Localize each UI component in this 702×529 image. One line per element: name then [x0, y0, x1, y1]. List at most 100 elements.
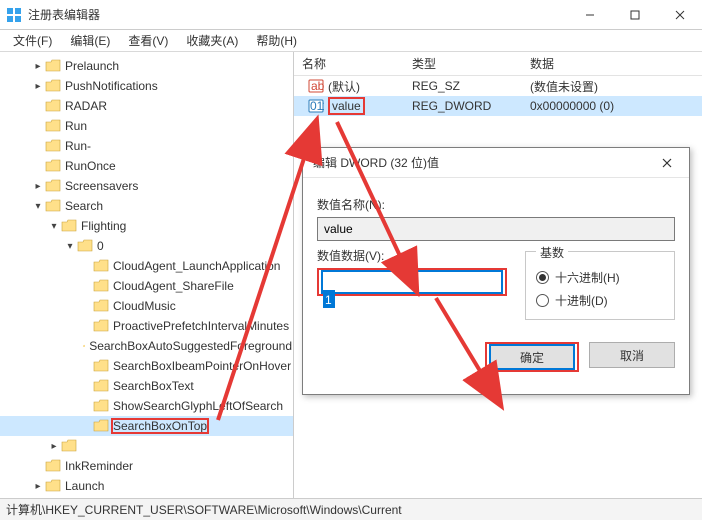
value-data-input[interactable]: [321, 270, 503, 294]
tree-item[interactable]: CloudAgent_LaunchApplication: [0, 256, 293, 276]
menu-view[interactable]: 查看(V): [119, 30, 177, 51]
cancel-button[interactable]: 取消: [589, 342, 675, 368]
chevron-right-icon[interactable]: ▸: [32, 61, 44, 72]
radio-hex-row[interactable]: 十六进制(H): [536, 269, 664, 286]
tree-item-label: SearchBoxAutoSuggestedForeground: [88, 339, 293, 353]
tree-item[interactable]: ProactivePrefetchIntervalMinutes: [0, 316, 293, 336]
chevron-right-icon[interactable]: ▸: [32, 81, 44, 92]
tree-item-label: RADAR: [64, 99, 108, 113]
chevron-right-icon[interactable]: ▸: [48, 441, 60, 452]
tree-item-label: Run: [64, 119, 88, 133]
tree-item[interactable]: InkReminder: [0, 456, 293, 476]
col-header-data[interactable]: 数据: [522, 55, 702, 72]
value-type: REG_SZ: [404, 79, 522, 93]
tree-item[interactable]: ▸ Launch: [0, 476, 293, 496]
chevron-down-icon[interactable]: ▾: [32, 201, 44, 212]
tree-item[interactable]: CloudMusic: [0, 296, 293, 316]
tree-item[interactable]: ▾ Search: [0, 196, 293, 216]
list-row[interactable]: 011valueREG_DWORD0x00000000 (0): [294, 96, 702, 116]
col-header-type[interactable]: 类型: [404, 55, 522, 72]
tree-item-label: Launch: [64, 479, 105, 493]
minimize-button[interactable]: [567, 0, 612, 30]
tree-item[interactable]: Run-: [0, 136, 293, 156]
tree-item[interactable]: ShowSearchGlyphLeftOfSearch: [0, 396, 293, 416]
folder-icon: [93, 299, 109, 313]
tree-item-label: PushNotifications: [64, 79, 159, 93]
tree-item[interactable]: SearchBoxOnTop: [0, 416, 293, 436]
folder-icon: [93, 259, 109, 273]
folder-icon: [45, 99, 61, 113]
maximize-button[interactable]: [612, 0, 657, 30]
folder-icon: [45, 139, 61, 153]
list-row[interactable]: ab(默认)REG_SZ(数值未设置): [294, 76, 702, 96]
highlight-value-data: [317, 268, 507, 296]
app-icon: [6, 7, 22, 23]
dialog-close-button[interactable]: [644, 148, 689, 178]
tree-item[interactable]: SearchBoxText: [0, 376, 293, 396]
folder-icon: [45, 119, 61, 133]
close-button[interactable]: [657, 0, 702, 30]
tree-item-label: CloudAgent_ShareFile: [112, 279, 235, 293]
chevron-down-icon[interactable]: ▾: [64, 241, 76, 252]
tree-item-label: Screensavers: [64, 179, 139, 193]
tree-item-label: Flighting: [80, 219, 127, 233]
tree-item[interactable]: ▸ Prelaunch: [0, 56, 293, 76]
base-fieldset: 基数 十六进制(H) 十进制(D): [525, 251, 675, 320]
chevron-right-icon[interactable]: ▸: [32, 481, 44, 492]
menu-bar: 文件(F) 编辑(E) 查看(V) 收藏夹(A) 帮助(H): [0, 30, 702, 52]
tree-pane[interactable]: ▸ Prelaunch ▸ PushNotifications RADAR Run Run-…: [0, 52, 294, 498]
folder-icon: [45, 79, 61, 93]
svg-text:ab: ab: [311, 79, 324, 93]
tree-item-label: Search: [64, 199, 104, 213]
menu-help[interactable]: 帮助(H): [247, 30, 306, 51]
folder-icon: [77, 239, 93, 253]
col-header-name[interactable]: 名称: [294, 55, 404, 72]
chevron-right-icon[interactable]: ▸: [32, 181, 44, 192]
tree-item[interactable]: ▸ Screensavers: [0, 176, 293, 196]
base-legend: 基数: [536, 244, 568, 261]
tree-item-label: Run-: [64, 139, 92, 153]
folder-icon: [93, 359, 109, 373]
radio-dec[interactable]: [536, 294, 549, 307]
title-bar: 注册表编辑器: [0, 0, 702, 30]
menu-edit[interactable]: 编辑(E): [61, 30, 119, 51]
tree-item[interactable]: ▸ PushNotifications: [0, 76, 293, 96]
folder-icon: [93, 279, 109, 293]
folder-icon: [93, 399, 109, 413]
main-area: ▸ Prelaunch ▸ PushNotifications RADAR Run Run-…: [0, 52, 702, 498]
tree-item[interactable]: ▾ Flighting: [0, 216, 293, 236]
string-value-icon: ab: [308, 78, 324, 94]
tree-item-label: RunOnce: [64, 159, 117, 173]
list-pane: 名称 类型 数据 ab(默认)REG_SZ(数值未设置)011valueREG_…: [294, 52, 702, 498]
tree-item[interactable]: ▸: [0, 436, 293, 456]
value-name-label: 数值名称(N):: [317, 196, 675, 213]
tree-item-label: Prelaunch: [64, 59, 120, 73]
tree-item-label: ProactivePrefetchIntervalMinutes: [112, 319, 290, 333]
tree-item[interactable]: SearchBoxIbeamPointerOnHover: [0, 356, 293, 376]
folder-icon: [45, 199, 61, 213]
value-type: REG_DWORD: [404, 99, 522, 113]
folder-icon: [93, 319, 109, 333]
folder-icon: [45, 59, 61, 73]
tree-item[interactable]: RADAR: [0, 96, 293, 116]
ok-button[interactable]: 确定: [489, 344, 575, 370]
tree-item[interactable]: Run: [0, 116, 293, 136]
value-data: (数值未设置): [522, 78, 702, 95]
value-name-input[interactable]: [317, 217, 675, 241]
tree-item[interactable]: SearchBoxAutoSuggestedForeground: [0, 336, 293, 356]
menu-favorites[interactable]: 收藏夹(A): [177, 30, 247, 51]
chevron-down-icon[interactable]: ▾: [48, 221, 60, 232]
dialog-titlebar: 编辑 DWORD (32 位)值: [303, 148, 689, 178]
tree-item[interactable]: RunOnce: [0, 156, 293, 176]
radio-hex[interactable]: [536, 271, 549, 284]
tree-item[interactable]: ▾0: [0, 236, 293, 256]
folder-icon: [45, 179, 61, 193]
radio-dec-row[interactable]: 十进制(D): [536, 292, 664, 309]
radio-dec-label: 十进制(D): [555, 292, 608, 309]
tree-item[interactable]: CloudAgent_ShareFile: [0, 276, 293, 296]
window-controls: [567, 0, 702, 30]
menu-file[interactable]: 文件(F): [4, 30, 61, 51]
folder-icon: [93, 379, 109, 393]
dialog-title: 编辑 DWORD (32 位)值: [313, 154, 644, 171]
radio-hex-label: 十六进制(H): [555, 269, 620, 286]
